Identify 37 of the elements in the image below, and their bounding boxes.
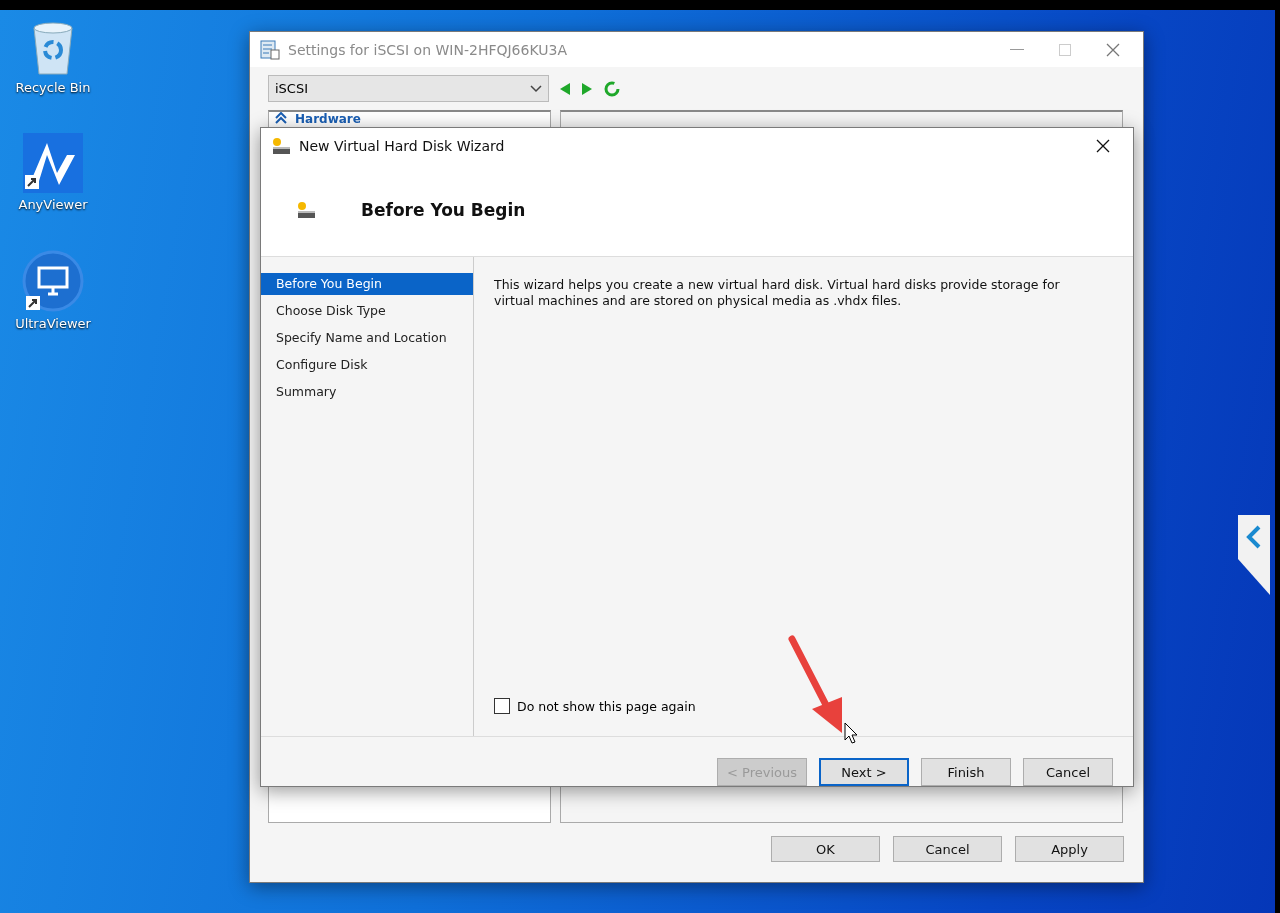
chevron-down-icon[interactable] <box>530 84 542 93</box>
app-shortcut-icon[interactable] <box>23 133 83 193</box>
wizard-button[interactable]: Finish <box>921 758 1011 786</box>
refresh-icon[interactable] <box>603 79 621 98</box>
settings-window-icon <box>260 39 280 60</box>
dialog-button[interactable]: Cancel <box>893 836 1002 862</box>
mouse-cursor-icon <box>844 722 858 744</box>
forward-arrow-icon[interactable] <box>581 81 593 96</box>
close-icon[interactable] <box>1096 138 1110 153</box>
dialog-button[interactable]: OK <box>771 836 880 862</box>
desktop-icon-label[interactable]: Recycle Bin <box>15 80 91 95</box>
wizard-button[interactable]: Next > <box>819 758 909 786</box>
disk-icon <box>271 136 291 155</box>
wizard-step[interactable]: Specify Name and Location <box>261 327 473 349</box>
checkbox-label[interactable]: Do not show this page again <box>517 698 696 714</box>
dialog-button[interactable]: Apply <box>1015 836 1124 862</box>
checkbox[interactable] <box>494 698 510 714</box>
dropdown[interactable]: iSCSI <box>268 75 549 102</box>
minimize-icon[interactable] <box>1010 48 1024 51</box>
wizard-step[interactable]: Choose Disk Type <box>261 300 473 322</box>
collapse-icon[interactable] <box>275 112 287 124</box>
chevron-left-icon[interactable] <box>1246 525 1262 549</box>
window-title: Settings for iSCSI on WIN-2HFQJ66KU3A <box>288 41 568 58</box>
tree-heading: Hardware <box>295 112 361 126</box>
monitor-shortcut-icon[interactable] <box>22 250 84 312</box>
disk-icon <box>296 200 316 219</box>
wizard-step[interactable]: Before You Begin <box>261 273 473 295</box>
wizard-step[interactable]: Configure Disk <box>261 354 473 376</box>
side-panel-tab[interactable] <box>1238 515 1270 595</box>
wizard-step[interactable]: Summary <box>261 381 473 403</box>
back-arrow-icon[interactable] <box>559 81 571 96</box>
wizard-description: This wizard helps you create a new virtual hard disk. Virtual hard disks provide storage for virtual machines and are stored on physical media as .vhdx files. <box>494 277 1061 309</box>
desktop-icon-label[interactable]: AnyViewer <box>18 197 88 212</box>
wizard-button[interactable]: Cancel <box>1023 758 1113 786</box>
wizard-title: New Virtual Hard Disk Wizard <box>299 137 506 154</box>
desktop-icon-label[interactable]: UltraViewer <box>15 316 91 331</box>
wizard-heading: Before You Begin <box>361 199 526 220</box>
